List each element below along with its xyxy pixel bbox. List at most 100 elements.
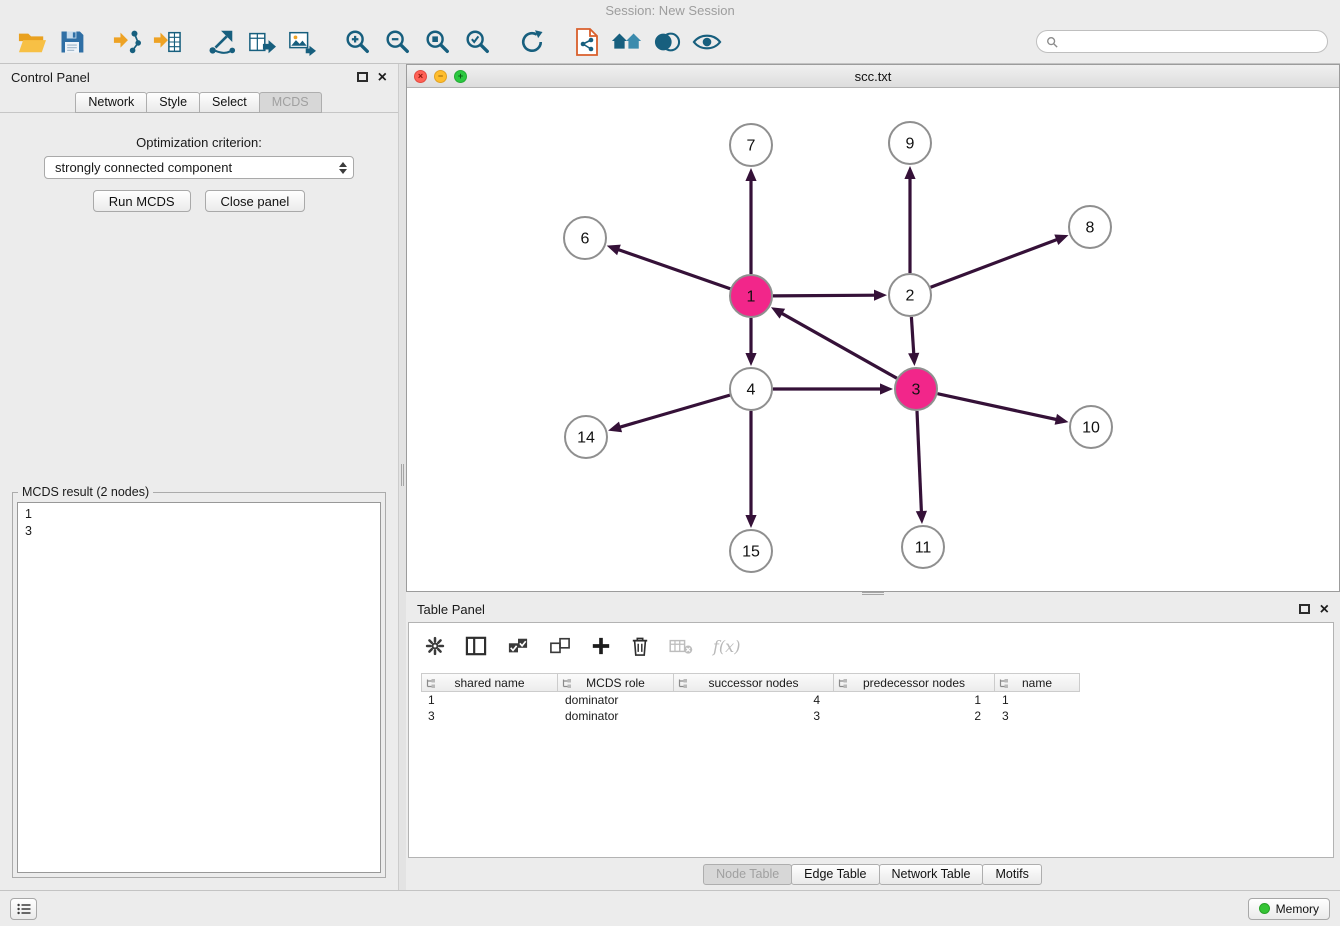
network-canvas[interactable]: 7 9 6 8 1 2 4 3 14 10 15 11 [407, 88, 1339, 591]
column-header-name[interactable]: name [995, 673, 1080, 692]
table-cell[interactable]: 1 [421, 692, 558, 708]
control-tab-select[interactable]: Select [199, 92, 260, 113]
table-cell[interactable]: 1 [834, 692, 995, 708]
import-table-button[interactable] [147, 23, 187, 61]
graph-edge-2-3[interactable] [911, 317, 914, 356]
network-graph[interactable]: 7 9 6 8 1 2 4 3 14 10 15 11 [407, 88, 1339, 591]
table-cell[interactable]: dominator [558, 692, 674, 708]
control-panel-tabs: NetworkStyleSelectMCDS [0, 90, 398, 113]
add-column-button[interactable] [591, 636, 611, 656]
column-header-successor-nodes[interactable]: successor nodes [674, 673, 834, 692]
graph-edge-arrowhead-icon [916, 511, 927, 524]
graph-edge-4-14[interactable] [618, 395, 730, 428]
zoom-fit-button[interactable] [417, 23, 457, 61]
table-tab-node-table[interactable]: Node Table [703, 864, 792, 885]
float-table-panel-icon[interactable] [1299, 604, 1310, 614]
table-cell[interactable]: 3 [995, 708, 1080, 724]
export-image-button[interactable] [282, 23, 322, 61]
select-all-button[interactable] [507, 636, 529, 656]
mcds-result-line: 1 [25, 506, 373, 523]
close-table-panel-icon[interactable]: × [1320, 604, 1329, 615]
style-button[interactable] [647, 23, 687, 61]
svg-text:9: 9 [906, 136, 915, 153]
table-cell[interactable]: 1 [995, 692, 1080, 708]
graph-node-7[interactable]: 7 [730, 124, 772, 166]
table-row[interactable]: 3dominator323 [421, 708, 1321, 724]
minimize-window-icon[interactable]: − [434, 70, 447, 83]
graph-edge-3-10[interactable] [938, 394, 1059, 420]
show-columns-button[interactable] [465, 636, 487, 656]
network-window-titlebar[interactable]: × − + scc.txt [407, 65, 1339, 88]
zoom-selected-button[interactable] [457, 23, 497, 61]
graph-edge-3-1[interactable] [780, 312, 897, 378]
close-panel-button[interactable]: Close panel [205, 190, 306, 212]
import-network-button[interactable] [107, 23, 147, 61]
graph-node-3[interactable]: 3 [895, 368, 937, 410]
graph-node-4[interactable]: 4 [730, 368, 772, 410]
graph-node-9[interactable]: 9 [889, 122, 931, 164]
export-table-button[interactable] [242, 23, 282, 61]
table-cell[interactable]: 3 [674, 708, 834, 724]
graph-edge-2-8[interactable] [931, 239, 1060, 288]
graph-node-10[interactable]: 10 [1070, 406, 1112, 448]
zoom-window-icon[interactable]: + [454, 70, 467, 83]
table-cell[interactable]: 2 [834, 708, 995, 724]
graph-node-8[interactable]: 8 [1069, 206, 1111, 248]
search-input[interactable] [1063, 35, 1318, 49]
column-header-predecessor-nodes[interactable]: predecessor nodes [834, 673, 995, 692]
search-box[interactable] [1036, 30, 1328, 53]
title-bar: Session: New Session [0, 0, 1340, 20]
graph-edge-1-6[interactable] [616, 249, 730, 289]
control-tab-mcds[interactable]: MCDS [259, 92, 322, 113]
graph-node-2[interactable]: 2 [889, 274, 931, 316]
graph-node-1[interactable]: 1 [730, 275, 772, 317]
panels-menu-button[interactable] [10, 898, 37, 920]
import-table-icon [152, 28, 182, 56]
graph-node-15[interactable]: 15 [730, 530, 772, 572]
zoom-in-button[interactable] [337, 23, 377, 61]
float-panel-icon[interactable] [357, 72, 368, 82]
save-icon [58, 28, 86, 56]
table-cell[interactable]: 4 [674, 692, 834, 708]
save-session-button[interactable] [52, 23, 92, 61]
run-mcds-button[interactable]: Run MCDS [93, 190, 191, 212]
vertical-splitter[interactable] [398, 64, 406, 890]
table-settings-button[interactable] [425, 636, 445, 656]
optimization-criterion-label: Optimization criterion: [12, 135, 386, 150]
graph-node-14[interactable]: 14 [565, 416, 607, 458]
column-header-MCDS-role[interactable]: MCDS role [558, 673, 674, 692]
open-session-button[interactable] [12, 23, 52, 61]
horizontal-splitter[interactable] [406, 592, 1340, 596]
table-row[interactable]: 1dominator411 [421, 692, 1321, 708]
gear-icon [425, 636, 445, 656]
home-button[interactable] [607, 23, 647, 61]
svg-text:11: 11 [915, 540, 932, 557]
column-header-shared-name[interactable]: shared name [421, 673, 558, 692]
table-panel-content: f(x) shared nameMCDS rolesuccessor nodes… [408, 622, 1334, 858]
session-details-button[interactable] [567, 23, 607, 61]
splitter-grip-icon [862, 592, 884, 595]
refresh-network-button[interactable] [512, 23, 552, 61]
table-tab-network-table[interactable]: Network Table [879, 864, 984, 885]
new-network-from-selection-button[interactable] [202, 23, 242, 61]
graph-edge-3-11[interactable] [917, 411, 922, 514]
show-graphics-details-button[interactable] [687, 23, 727, 61]
control-tab-network[interactable]: Network [75, 92, 147, 113]
graph-node-6[interactable]: 6 [564, 217, 606, 259]
table-cell[interactable]: dominator [558, 708, 674, 724]
control-tab-style[interactable]: Style [146, 92, 200, 113]
memory-label: Memory [1276, 902, 1319, 916]
refresh-icon [518, 28, 546, 56]
deselect-all-button[interactable] [549, 636, 571, 656]
close-window-icon[interactable]: × [414, 70, 427, 83]
zoom-out-button[interactable] [377, 23, 417, 61]
close-panel-icon[interactable]: × [378, 72, 387, 83]
graph-edge-1-2[interactable] [773, 295, 877, 296]
table-tab-motifs[interactable]: Motifs [982, 864, 1041, 885]
graph-node-11[interactable]: 11 [902, 526, 944, 568]
delete-column-button[interactable] [631, 636, 649, 657]
memory-button[interactable]: Memory [1248, 898, 1330, 920]
table-tab-edge-table[interactable]: Edge Table [791, 864, 879, 885]
table-cell[interactable]: 3 [421, 708, 558, 724]
criterion-select[interactable]: strongly connected component [44, 156, 354, 179]
